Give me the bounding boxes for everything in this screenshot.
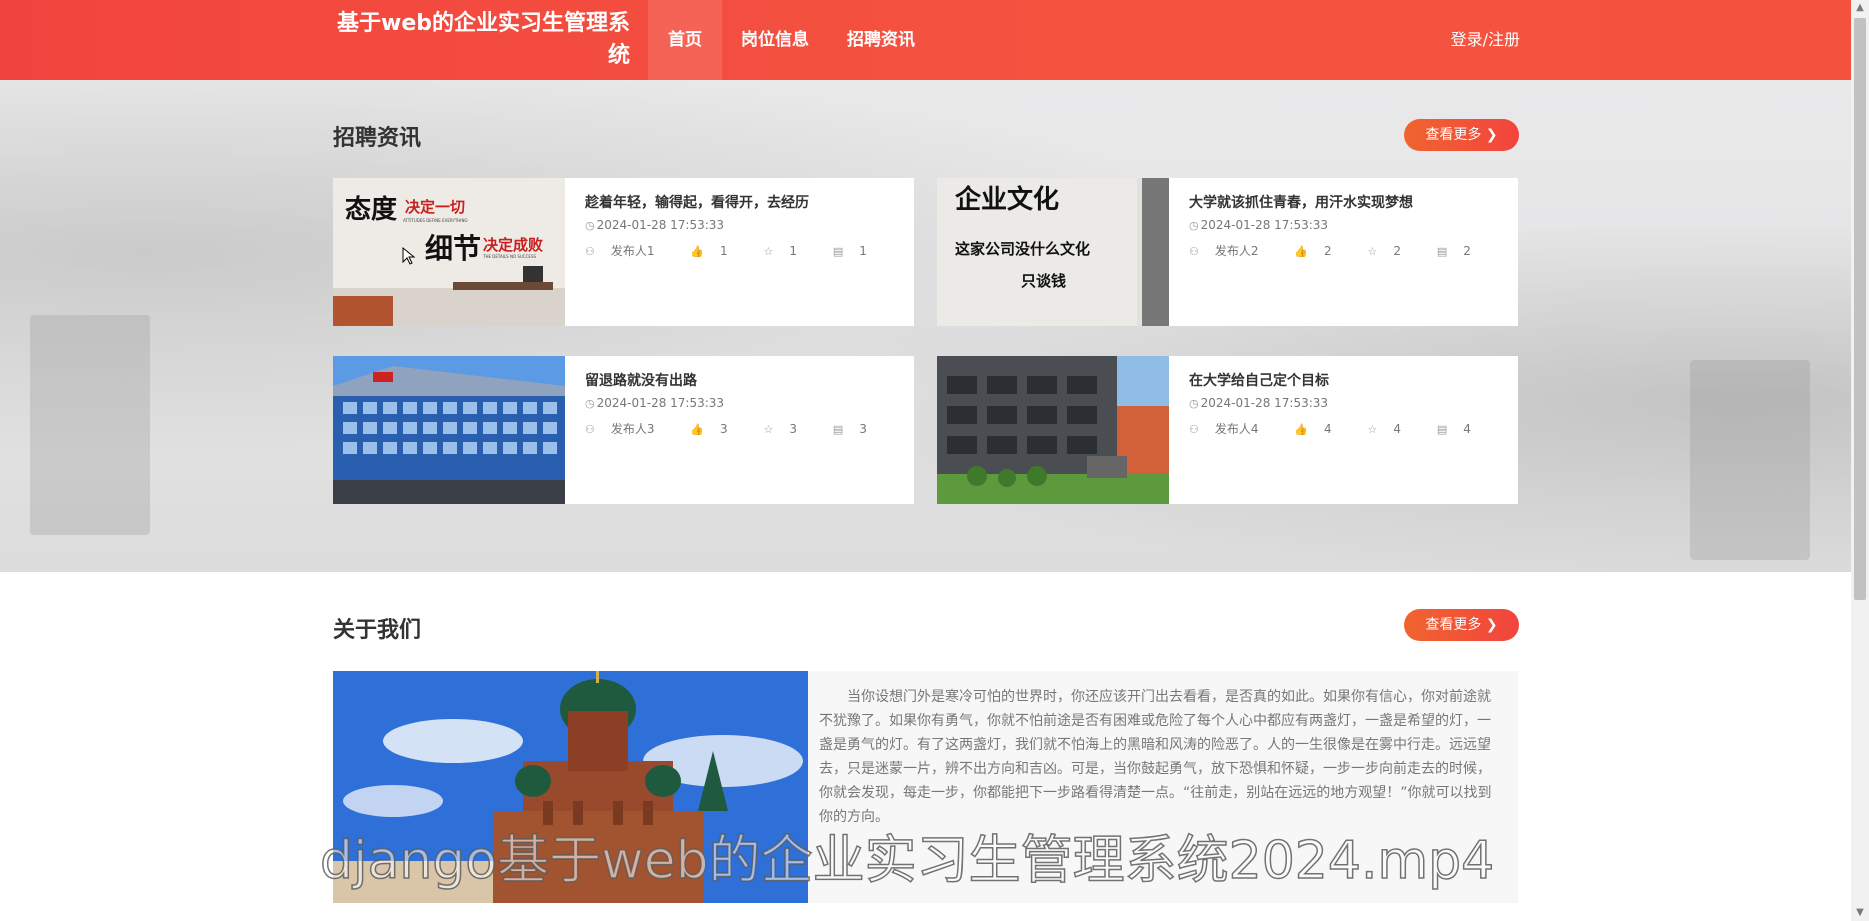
campus-building-image [937, 356, 1169, 504]
comment-icon: ▤ [1436, 423, 1448, 436]
thumbs-up-icon: 👍 [690, 245, 705, 258]
background-decoration [1690, 360, 1810, 560]
news-card-title[interactable]: 大学就该抓住青春，用汗水实现梦想 [1189, 192, 1413, 212]
sign-text: 决定成败 [483, 236, 543, 254]
comment-icon: ▤ [832, 245, 844, 258]
date-value: 2024-01-28 17:53:33 [1200, 218, 1329, 232]
clock-icon: ◷ [1189, 219, 1199, 232]
news-card-meta: ⚇ 发布人3 👍 3 ☆ 3 ▤ 3 [585, 420, 899, 437]
news-card-date: ◷ 2024-01-28 17:53:33 [1189, 396, 1328, 410]
site-title[interactable]: 基于web的企业实习生管理系统 [330, 8, 630, 72]
news-section-title: 招聘资讯 [333, 126, 422, 151]
author-value: 发布人1 [610, 244, 655, 258]
favs-value: 4 [1393, 422, 1402, 436]
likes-value: 2 [1324, 244, 1332, 258]
comments-value: 3 [859, 422, 867, 436]
comments-value: 2 [1463, 244, 1471, 258]
news-card-meta: ⚇ 发布人2 👍 2 ☆ 2 ▤ 2 [1189, 242, 1503, 259]
sign-text: ATTITUDES DEFINE EVERYTHING [403, 218, 468, 223]
sign-text: 企业文化 [955, 184, 1059, 215]
news-card[interactable]: 在大学给自己定个目标 ◷ 2024-01-28 17:53:33 ⚇ 发布人4 👍 4… [937, 356, 1518, 504]
about-more-button[interactable]: 查看更多 ❯ [1404, 609, 1519, 641]
date-value: 2024-01-28 17:53:33 [596, 218, 725, 232]
background-decoration [30, 315, 150, 535]
news-section [0, 80, 1851, 572]
favs-value: 3 [789, 422, 798, 436]
author-value: 发布人4 [1214, 422, 1259, 436]
date-value: 2024-01-28 17:53:33 [1200, 396, 1329, 410]
author-value: 发布人3 [610, 422, 655, 436]
likes-value: 4 [1324, 422, 1332, 436]
author-value: 发布人2 [1214, 244, 1259, 258]
nav-jobs[interactable]: 岗位信息 [734, 0, 816, 80]
star-icon: ☆ [763, 423, 774, 436]
date-value: 2024-01-28 17:53:33 [596, 396, 725, 410]
news-card[interactable]: 态度 决定一切 ATTITUDES DEFINE EVERYTHING 细节 决… [333, 178, 914, 326]
likes-value: 1 [720, 244, 728, 258]
scroll-down-arrow-icon[interactable]: ▼ [1851, 905, 1869, 921]
news-card-date: ◷ 2024-01-28 17:53:33 [585, 218, 724, 232]
top-navbar: 基于web的企业实习生管理系统 首页 岗位信息 招聘资讯 登录/注册 [0, 0, 1851, 80]
favs-value: 1 [789, 244, 798, 258]
clock-icon: ◷ [585, 219, 595, 232]
user-icon: ⚇ [585, 245, 595, 258]
sign-text: THE DETAILS NO SUCCESS [482, 254, 536, 259]
news-card-title[interactable]: 趁着年轻，输得起，看得开，去经历 [585, 192, 809, 212]
comment-icon: ▤ [832, 423, 844, 436]
sign-text: 细节 [425, 232, 481, 265]
news-card-date: ◷ 2024-01-28 17:53:33 [1189, 218, 1328, 232]
likes-value: 3 [720, 422, 728, 436]
sign-text: 决定一切 [405, 198, 465, 216]
thumbs-up-icon: 👍 [1294, 423, 1309, 436]
star-icon: ☆ [763, 245, 774, 258]
news-card-date: ◷ 2024-01-28 17:53:33 [585, 396, 724, 410]
news-card[interactable]: 企业文化 这家公司没什么文化 只谈钱 大学就该抓住青春，用汗水实现梦想 ◷ 202… [937, 178, 1518, 326]
scroll-up-arrow-icon[interactable]: ▲ [1851, 0, 1869, 16]
star-icon: ☆ [1367, 245, 1378, 258]
clock-icon: ◷ [1189, 397, 1199, 410]
nav-news[interactable]: 招聘资讯 [840, 0, 922, 80]
news-thumbnail[interactable] [333, 356, 565, 504]
thumbs-up-icon: 👍 [1294, 245, 1309, 258]
sign-text: 只谈钱 [1021, 272, 1066, 290]
news-card[interactable]: 留退路就没有出路 ◷ 2024-01-28 17:53:33 ⚇ 发布人3 👍 3 ☆… [333, 356, 914, 504]
corporate-culture-wall-image: 企业文化 这家公司没什么文化 只谈钱 [937, 178, 1169, 326]
news-card-meta: ⚇ 发布人1 👍 1 ☆ 1 ▤ 1 [585, 242, 899, 259]
comments-value: 1 [859, 244, 867, 258]
about-section-title: 关于我们 [333, 618, 422, 643]
news-thumbnail[interactable]: 态度 决定一切 ATTITUDES DEFINE EVERYTHING 细节 决… [333, 178, 565, 326]
office-building-image [333, 356, 565, 504]
about-text: 当你设想门外是寒冷可怕的世界时，你还应该开门出去看看，是否真的如此。如果你有信心… [819, 689, 1492, 825]
scroll-thumb[interactable] [1854, 18, 1866, 600]
nav-home[interactable]: 首页 [648, 0, 722, 80]
thumbs-up-icon: 👍 [690, 423, 705, 436]
news-thumbnail[interactable]: 企业文化 这家公司没什么文化 只谈钱 [937, 178, 1169, 326]
favs-value: 2 [1393, 244, 1402, 258]
news-thumbnail[interactable] [937, 356, 1169, 504]
page-scrollbar[interactable]: ▲ ▼ [1851, 0, 1869, 921]
sign-text: 这家公司没什么文化 [955, 240, 1090, 258]
sign-text: 态度 [345, 194, 397, 225]
user-icon: ⚇ [1189, 423, 1199, 436]
comment-icon: ▤ [1436, 245, 1448, 258]
news-card-title[interactable]: 留退路就没有出路 [585, 370, 697, 390]
news-more-button[interactable]: 查看更多 ❯ [1404, 119, 1519, 151]
user-icon: ⚇ [1189, 245, 1199, 258]
news-card-meta: ⚇ 发布人4 👍 4 ☆ 4 ▤ 4 [1189, 420, 1503, 437]
login-register-link[interactable]: 登录/注册 [1420, 0, 1520, 80]
clock-icon: ◷ [585, 397, 595, 410]
news-card-title[interactable]: 在大学给自己定个目标 [1189, 370, 1329, 390]
star-icon: ☆ [1367, 423, 1378, 436]
comments-value: 4 [1463, 422, 1471, 436]
user-icon: ⚇ [585, 423, 595, 436]
office-wall-image: 态度 决定一切 ATTITUDES DEFINE EVERYTHING 细节 决… [333, 178, 565, 326]
video-filename-watermark: django基于web的企业实习生管理系统2024.mp4 [319, 830, 1495, 892]
